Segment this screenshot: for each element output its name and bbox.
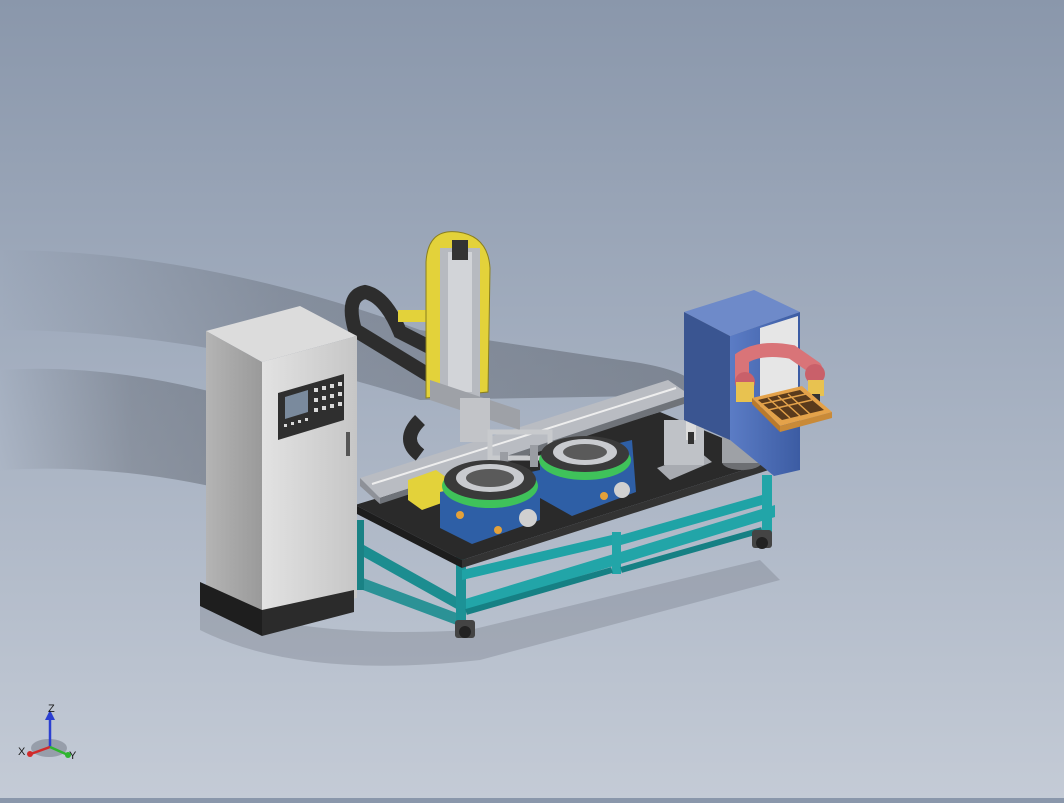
x-axis-label: X xyxy=(18,746,26,758)
cad-viewport[interactable]: Z X Y xyxy=(0,0,1064,798)
control-cabinet[interactable] xyxy=(200,306,357,636)
z-axis-label: Z xyxy=(48,703,55,715)
door-handle-icon[interactable] xyxy=(346,432,350,456)
assembly-drawing[interactable]: Z X Y xyxy=(0,0,1064,798)
y-axis-label: Y xyxy=(69,750,77,762)
coordinate-triad: Z X Y xyxy=(18,703,77,762)
gantry-z-axis[interactable] xyxy=(425,231,520,442)
